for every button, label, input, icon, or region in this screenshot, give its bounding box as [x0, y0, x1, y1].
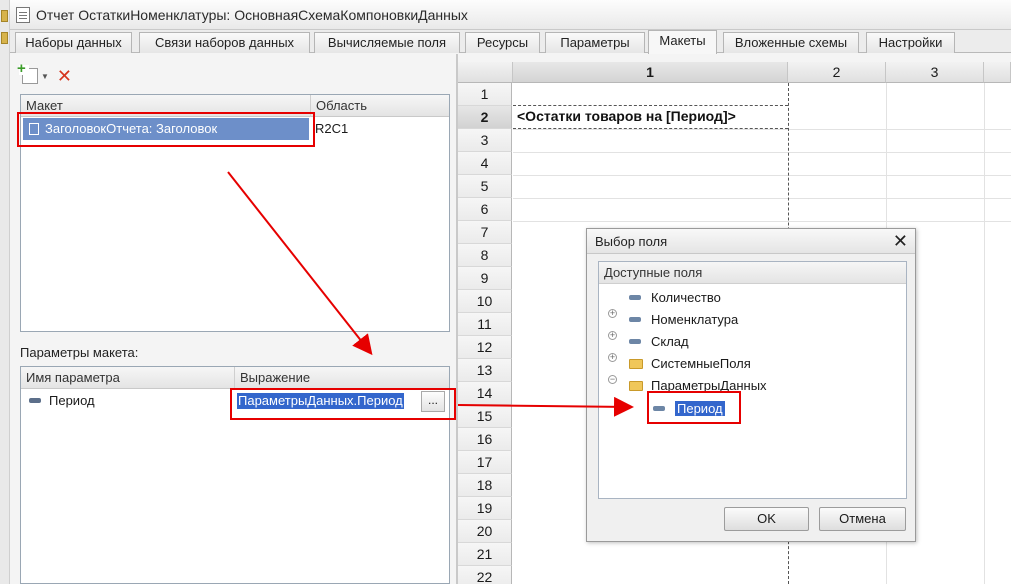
layout-params-label: Параметры макета:: [20, 345, 139, 360]
tab-resources[interactable]: Ресурсы: [465, 32, 540, 53]
highlight-frame: [647, 391, 741, 424]
tree-item-nomenclature[interactable]: Номенклатура: [629, 310, 738, 330]
gridline: [513, 152, 1011, 153]
row-header-3[interactable]: 3: [458, 129, 512, 152]
area-border-bottom: [513, 128, 788, 129]
column-header-2[interactable]: 2: [788, 62, 886, 83]
row-header-6[interactable]: 6: [458, 198, 512, 221]
params-table-header: Имя параметра Выражение: [21, 367, 449, 389]
tree-item-label: Склад: [651, 334, 689, 349]
gridline: [984, 83, 985, 584]
tab-parameters[interactable]: Параметры: [545, 32, 645, 53]
gridline: [513, 175, 1011, 176]
tab-dataset-links[interactable]: Связи наборов данных: [139, 32, 310, 53]
report-document-icon: [16, 6, 30, 23]
layout-area-cell[interactable]: R2C1: [315, 118, 445, 140]
expand-icon[interactable]: +: [608, 331, 617, 340]
row-header-7[interactable]: 7: [458, 221, 512, 244]
row-header-13[interactable]: 13: [458, 359, 512, 382]
area-border-top: [513, 105, 788, 106]
row-header-14[interactable]: 14: [458, 382, 512, 405]
tab-datasets[interactable]: Наборы данных: [15, 32, 132, 53]
highlight-frame: [17, 112, 315, 147]
edge-marker-icon: [1, 32, 8, 44]
row-header-10[interactable]: 10: [458, 290, 512, 313]
row-header-17[interactable]: 17: [458, 451, 512, 474]
tree-header: Доступные поля: [599, 262, 906, 284]
gridline: [513, 129, 1011, 130]
delete-icon[interactable]: ✕: [57, 67, 72, 85]
column-header-area[interactable]: Область: [311, 95, 451, 117]
folder-icon: [629, 358, 643, 369]
column-header-4[interactable]: [984, 62, 1011, 83]
row-header-4[interactable]: 4: [458, 152, 512, 175]
header-cell-text[interactable]: <Остатки товаров на [Период]>: [517, 108, 736, 124]
expand-icon[interactable]: +: [608, 353, 617, 362]
corner-cell: [458, 62, 513, 83]
tab-bar: Наборы данных Связи наборов данных Вычис…: [10, 30, 1011, 54]
tree-item-warehouse[interactable]: Склад: [629, 332, 689, 352]
field-icon: [29, 398, 41, 404]
row-header-20[interactable]: 20: [458, 520, 512, 543]
cancel-button[interactable]: Отмена: [819, 507, 906, 531]
dialog-title: Выбор поля: [595, 234, 668, 249]
tree-item-quantity[interactable]: Количество: [629, 288, 721, 308]
window-titlebar: Отчет ОстаткиНоменклатуры: ОсновнаяСхема…: [10, 0, 1011, 30]
param-name: Период: [49, 393, 95, 408]
param-row-period[interactable]: Период: [21, 390, 235, 412]
edge-marker-icon: [1, 10, 8, 22]
row-header-5[interactable]: 5: [458, 175, 512, 198]
collapse-icon[interactable]: −: [608, 375, 617, 384]
tab-settings[interactable]: Настройки: [866, 32, 955, 53]
tab-calculated-fields[interactable]: Вычисляемые поля: [314, 32, 460, 53]
field-icon: [629, 339, 641, 345]
row-header-21[interactable]: 21: [458, 543, 512, 566]
add-icon[interactable]: +: [17, 61, 38, 84]
field-icon: [629, 295, 641, 301]
row-header-19[interactable]: 19: [458, 497, 512, 520]
row-header-9[interactable]: 9: [458, 267, 512, 290]
close-icon[interactable]: ✕: [893, 230, 908, 252]
layouts-panel: + ▼ ✕ Макет Область ЗаголовокОтчета: Заг…: [10, 54, 456, 584]
column-header-param-name[interactable]: Имя параметра: [21, 367, 235, 389]
row-header-2[interactable]: 2: [458, 106, 512, 129]
tree-item-label: Номенклатура: [651, 312, 739, 327]
row-header-8[interactable]: 8: [458, 244, 512, 267]
layouts-toolbar: + ▼ ✕: [17, 61, 72, 86]
gridline: [513, 198, 1011, 199]
row-header-22[interactable]: 22: [458, 566, 512, 584]
available-fields-tree: Доступные поля Количество + Номенклатура…: [598, 261, 907, 499]
column-header-expression[interactable]: Выражение: [235, 367, 451, 389]
column-header-3[interactable]: 3: [886, 62, 984, 83]
tree-item-label: СистемныеПоля: [651, 356, 751, 371]
highlight-frame: [230, 388, 456, 420]
row-header-15[interactable]: 15: [458, 405, 512, 428]
row-header-1[interactable]: 1: [458, 83, 512, 106]
left-window-edge: [0, 0, 10, 584]
tree-item-label: Количество: [651, 290, 721, 305]
dropdown-arrow-icon[interactable]: ▼: [41, 72, 49, 81]
folder-icon: [629, 380, 643, 391]
field-selection-dialog: Выбор поля ✕ Доступные поля Количество +…: [586, 228, 916, 542]
tree-item-system-fields[interactable]: СистемныеПоля: [629, 354, 751, 374]
field-icon: [629, 317, 641, 323]
row-header-12[interactable]: 12: [458, 336, 512, 359]
window-title: Отчет ОстаткиНоменклатуры: ОсновнаяСхема…: [36, 6, 468, 23]
dialog-titlebar: Выбор поля ✕: [587, 229, 915, 254]
column-header-1[interactable]: 1: [513, 62, 788, 83]
tab-nested-schemas[interactable]: Вложенные схемы: [723, 32, 859, 53]
row-header-18[interactable]: 18: [458, 474, 512, 497]
row-header-16[interactable]: 16: [458, 428, 512, 451]
row-header-11[interactable]: 11: [458, 313, 512, 336]
ok-button[interactable]: OK: [724, 507, 809, 531]
tab-layouts[interactable]: Макеты: [648, 30, 717, 54]
expand-icon[interactable]: +: [608, 309, 617, 318]
gridline: [513, 221, 1011, 222]
